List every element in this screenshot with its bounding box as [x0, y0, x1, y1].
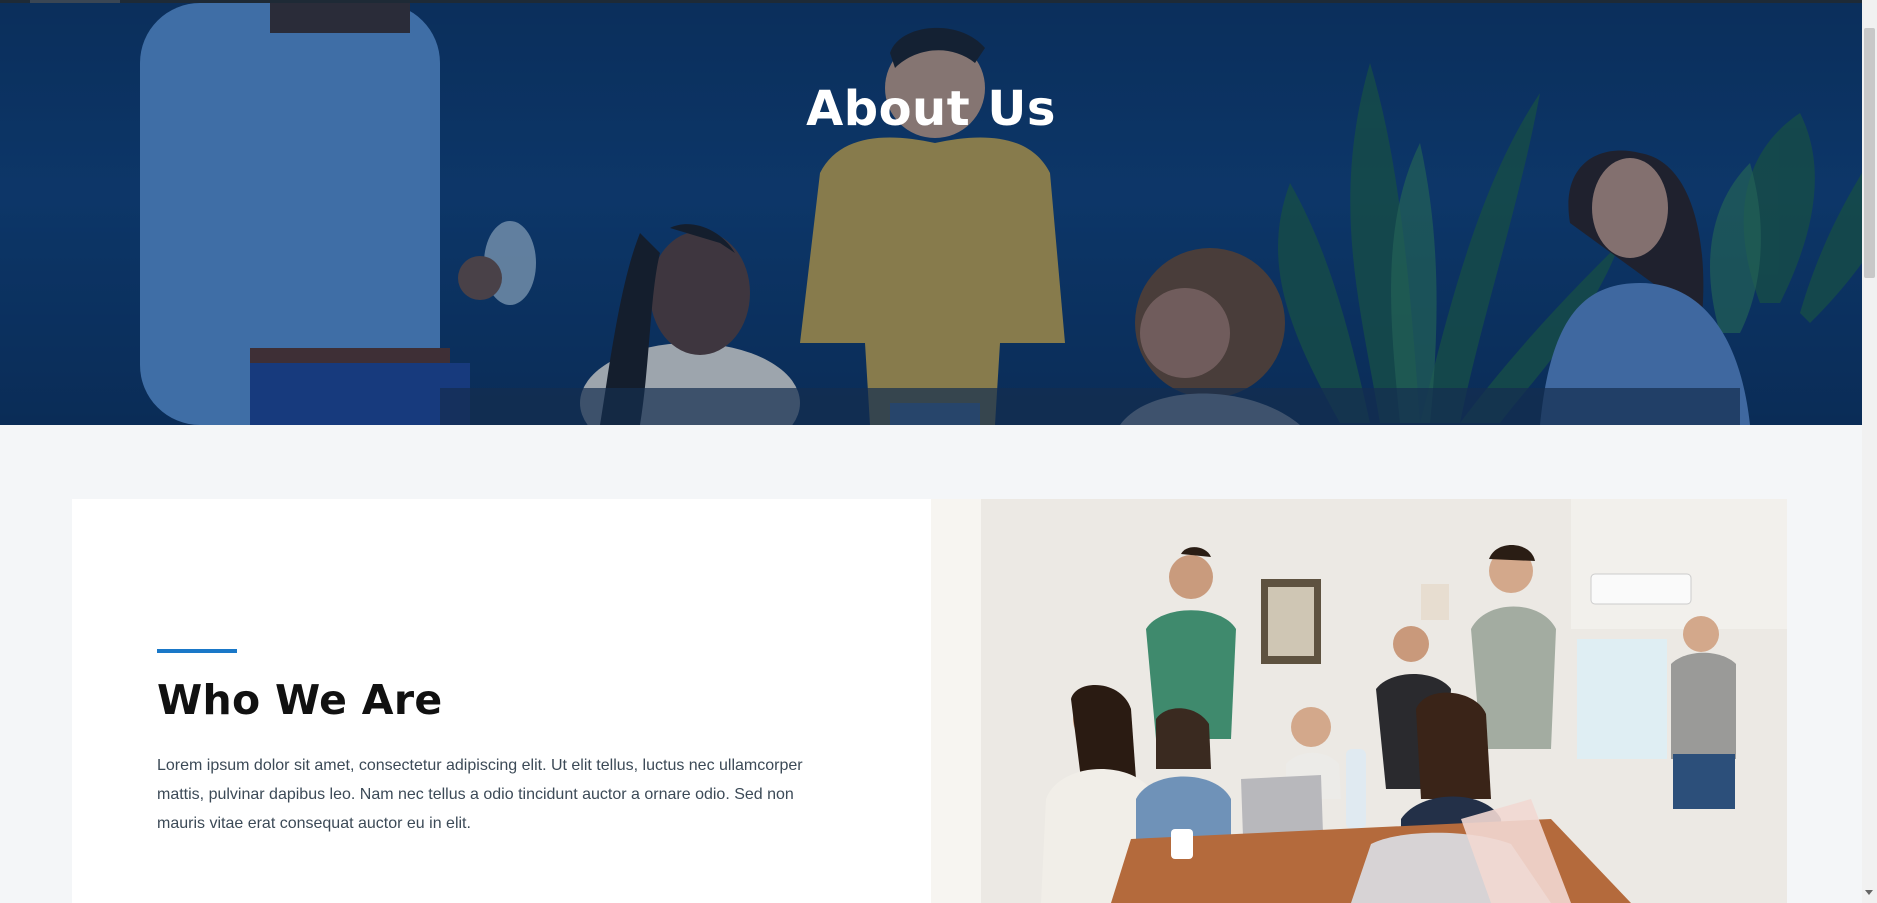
- team-meeting-photo: [931, 499, 1787, 903]
- scroll-down-arrow-icon[interactable]: [1865, 890, 1873, 895]
- who-we-are-card: Who We Are Lorem ipsum dolor sit amet, c…: [72, 499, 931, 903]
- page-scrollbar[interactable]: [1862, 0, 1877, 903]
- team-meeting-photo-illustration: [931, 499, 1787, 903]
- scrollbar-thumb[interactable]: [1864, 28, 1875, 278]
- hero-team-photo: [0, 3, 1862, 425]
- hero-banner: About Us: [0, 3, 1862, 425]
- section-heading: Who We Are: [157, 676, 443, 724]
- section-accent-line: [157, 649, 237, 653]
- page-title: About Us: [806, 81, 1056, 137]
- section-body-text: Lorem ipsum dolor sit amet, consectetur …: [157, 757, 803, 832]
